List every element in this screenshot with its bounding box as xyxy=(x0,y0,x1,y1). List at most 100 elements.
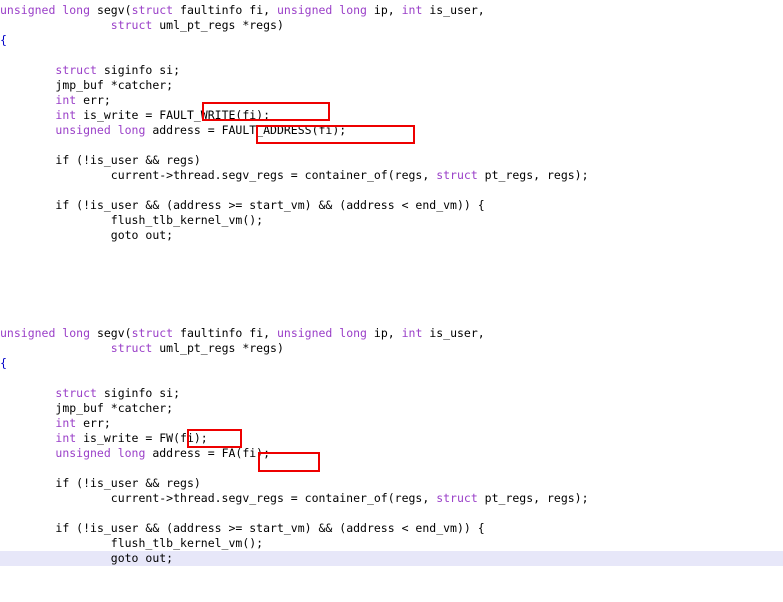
code-token-plain: flush_tlb_kernel_vm(); xyxy=(110,213,264,227)
code-token-type: struct xyxy=(55,63,97,77)
code-token-plain: out; xyxy=(138,228,174,242)
code-line: struct siginfo si; xyxy=(0,63,783,78)
code-token-plain: (!is_user && (address >= start_vm) && (a… xyxy=(69,198,485,212)
code-token-plain: out; xyxy=(138,551,174,565)
code-token-type: unsigned long xyxy=(276,3,367,17)
code-token-brace: { xyxy=(0,356,7,370)
code-token-type: int xyxy=(55,431,77,445)
code-token-plain: siginfo si; xyxy=(96,63,181,77)
code-line: unsigned long segv(struct faultinfo fi, … xyxy=(0,326,783,341)
code-line: { xyxy=(0,33,783,48)
code-token-type: int xyxy=(401,326,423,340)
code-line: current->thread.segv_regs = container_of… xyxy=(0,491,783,506)
code-line: int is_write = FW(fi); xyxy=(0,431,783,446)
code-line: unsigned long segv(struct faultinfo fi, … xyxy=(0,3,783,18)
code-screenshot-page: unsigned long segv(struct faultinfo fi, … xyxy=(0,0,783,602)
code-token-type: struct xyxy=(436,491,478,505)
code-line: jmp_buf *catcher; xyxy=(0,401,783,416)
code-token-plain: is_user, xyxy=(422,3,485,17)
code-token-plain: flush_tlb_kernel_vm(); xyxy=(110,536,264,550)
code-token-plain: uml_pt_regs *regs) xyxy=(152,18,284,32)
code-token-plain: faultinfo fi, xyxy=(173,326,277,340)
code-token-type: struct xyxy=(131,3,174,17)
code-line: int err; xyxy=(0,416,783,431)
code-line: unsigned long address = FA(fi); xyxy=(0,446,783,461)
code-token-plain: segv( xyxy=(96,326,132,340)
code-token-type: unsigned long xyxy=(276,326,367,340)
code-token-keyword: if xyxy=(55,153,70,167)
code-token-plain: jmp_buf *catcher; xyxy=(55,401,174,415)
code-token-type: unsigned long xyxy=(0,3,97,17)
code-token-type: struct xyxy=(110,18,153,32)
code-token-type: struct xyxy=(110,341,153,355)
code-line: struct siginfo si; xyxy=(0,386,783,401)
code-token-plain: (!is_user && regs) xyxy=(69,476,201,490)
code-token-plain: is_write = FW(fi); xyxy=(76,431,208,445)
code-area: unsigned long segv(struct faultinfo fi, … xyxy=(0,0,783,602)
code-token-plain: err; xyxy=(76,416,111,430)
code-token-plain: pt_regs, regs); xyxy=(477,168,589,182)
code-token-keyword: if xyxy=(55,476,70,490)
code-token-type: int xyxy=(55,93,77,107)
code-line: if (!is_user && (address >= start_vm) &&… xyxy=(0,521,783,536)
code-line: unsigned long address = FAULT_ADDRESS(fi… xyxy=(0,123,783,138)
code-line: if (!is_user && regs) xyxy=(0,476,783,491)
code-line: goto out; xyxy=(0,551,783,566)
code-token-keyword: if xyxy=(55,521,70,535)
code-token-type: int xyxy=(55,416,77,430)
code-token-plain: (!is_user && (address >= start_vm) && (a… xyxy=(69,521,485,535)
code-block-shortened: unsigned long segv(struct faultinfo fi, … xyxy=(0,326,783,566)
code-token-type: int xyxy=(55,108,77,122)
code-token-plain: ip, xyxy=(366,326,402,340)
code-token-keyword: goto xyxy=(110,228,139,242)
code-token-plain: err; xyxy=(76,93,111,107)
code-line: struct uml_pt_regs *regs) xyxy=(0,341,783,356)
code-line: goto out; xyxy=(0,228,783,243)
code-token-plain: uml_pt_regs *regs) xyxy=(152,341,284,355)
code-token-plain: siginfo si; xyxy=(96,386,181,400)
code-line: flush_tlb_kernel_vm(); xyxy=(0,213,783,228)
code-token-keyword: if xyxy=(55,198,70,212)
code-token-plain: current->thread.segv_regs = container_of… xyxy=(110,491,437,505)
code-token-keyword: goto xyxy=(110,551,139,565)
code-token-type: unsigned long xyxy=(0,326,97,340)
code-line: flush_tlb_kernel_vm(); xyxy=(0,536,783,551)
code-line: int is_write = FAULT_WRITE(fi); xyxy=(0,108,783,123)
code-line: jmp_buf *catcher; xyxy=(0,78,783,93)
code-token-plain: is_write = FAULT_WRITE(fi); xyxy=(76,108,271,122)
code-line: if (!is_user && regs) xyxy=(0,153,783,168)
code-token-plain: segv( xyxy=(96,3,132,17)
code-line: int err; xyxy=(0,93,783,108)
code-token-plain: pt_regs, regs); xyxy=(477,491,589,505)
code-token-plain: address = FA(fi); xyxy=(145,446,271,460)
code-token-plain: is_user, xyxy=(422,326,485,340)
code-token-plain: address = FAULT_ADDRESS(fi); xyxy=(145,123,347,137)
code-block-original: unsigned long segv(struct faultinfo fi, … xyxy=(0,3,783,243)
code-token-plain: jmp_buf *catcher; xyxy=(55,78,174,92)
